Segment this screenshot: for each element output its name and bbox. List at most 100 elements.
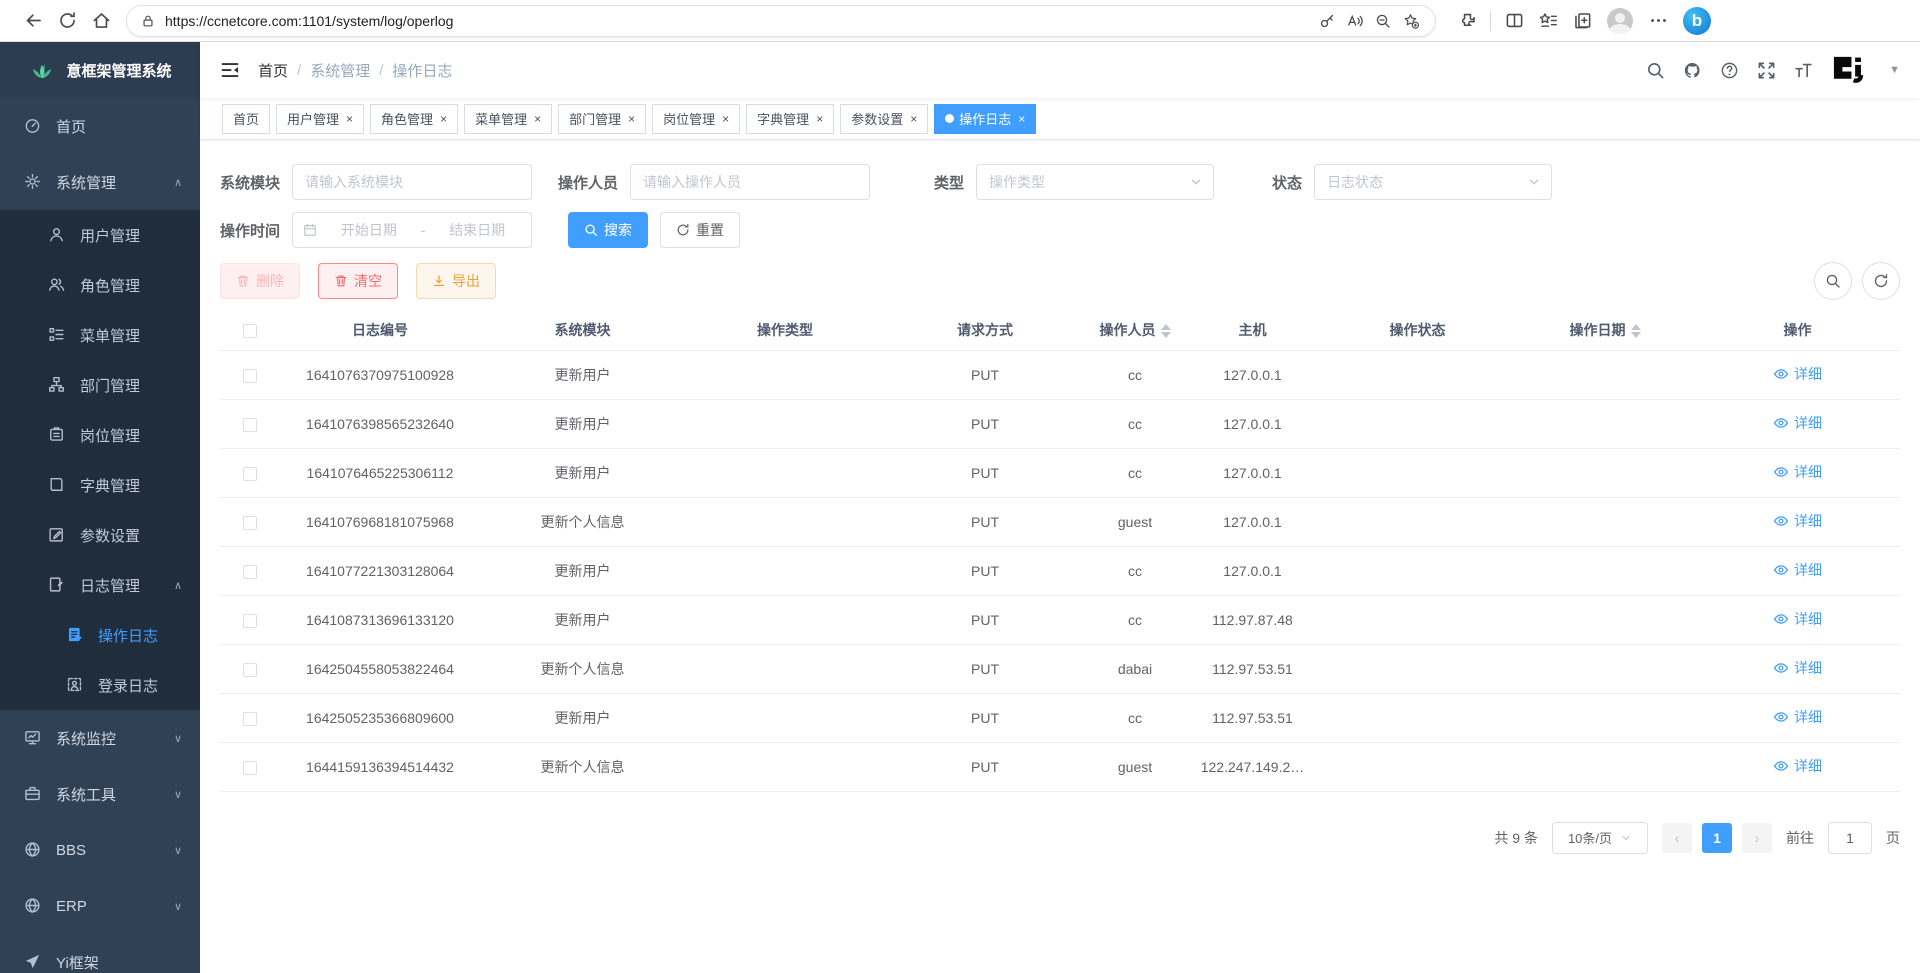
- sidebar-item-post-management[interactable]: 岗位管理: [0, 410, 200, 460]
- row-checkbox[interactable]: [243, 712, 257, 726]
- row-checkbox[interactable]: [243, 418, 257, 432]
- row-checkbox[interactable]: [243, 761, 257, 775]
- sidebar-item-param-settings[interactable]: 参数设置: [0, 510, 200, 560]
- detail-link[interactable]: 详细: [1773, 560, 1822, 580]
- zoom-out-icon[interactable]: [1369, 7, 1397, 35]
- column-header[interactable]: 操作日期: [1515, 310, 1695, 350]
- collections-icon[interactable]: [1565, 4, 1599, 38]
- sidebar-item-yi-framework[interactable]: Yi框架: [0, 934, 200, 973]
- select-all-checkbox[interactable]: [243, 324, 257, 338]
- row-checkbox[interactable]: [243, 565, 257, 579]
- close-tab-icon[interactable]: ×: [440, 112, 447, 126]
- tab-role-management[interactable]: 角色管理×: [370, 104, 458, 134]
- column-header[interactable]: 操作人员: [1085, 310, 1185, 350]
- row-checkbox[interactable]: [243, 369, 257, 383]
- tab-param-settings[interactable]: 参数设置×: [840, 104, 928, 134]
- sidebar-item-menu-management[interactable]: 菜单管理: [0, 310, 200, 360]
- tab-dict-management[interactable]: 字典管理×: [746, 104, 834, 134]
- help-icon[interactable]: [1720, 61, 1739, 80]
- search-icon[interactable]: [1646, 61, 1665, 80]
- profile-avatar[interactable]: [1607, 8, 1633, 34]
- close-tab-icon[interactable]: ×: [534, 112, 541, 126]
- goto-page-input[interactable]: [1828, 822, 1872, 854]
- sidebar-item-login-log[interactable]: 登录日志: [0, 660, 200, 710]
- detail-link[interactable]: 详细: [1773, 609, 1822, 629]
- export-button[interactable]: 导出: [416, 263, 496, 299]
- detail-link[interactable]: 详细: [1773, 364, 1822, 384]
- close-tab-icon[interactable]: ×: [1018, 112, 1025, 126]
- status-select[interactable]: 日志状态: [1314, 164, 1552, 200]
- back-button[interactable]: [16, 4, 50, 38]
- prev-page-button[interactable]: ‹: [1662, 823, 1692, 853]
- detail-link[interactable]: 详细: [1773, 462, 1822, 482]
- refresh-button[interactable]: [50, 4, 84, 38]
- font-size-icon[interactable]: [1794, 61, 1813, 80]
- module-input[interactable]: [292, 164, 532, 200]
- close-tab-icon[interactable]: ×: [346, 112, 353, 126]
- password-key-icon[interactable]: [1313, 7, 1341, 35]
- sidebar-item-system-monitor[interactable]: 系统监控∨: [0, 710, 200, 766]
- next-page-button[interactable]: ›: [1742, 823, 1772, 853]
- sort-carets-icon[interactable]: [1631, 324, 1641, 338]
- sidebar-item-system-tools[interactable]: 系统工具∨: [0, 766, 200, 822]
- sidebar-item-user-management[interactable]: 用户管理: [0, 210, 200, 260]
- delete-button[interactable]: 删除: [220, 263, 300, 299]
- app-logo[interactable]: 意框架管理系统: [0, 42, 200, 98]
- sort-carets-icon[interactable]: [1161, 324, 1171, 338]
- home-button[interactable]: [84, 4, 118, 38]
- operator-input[interactable]: [630, 164, 870, 200]
- row-checkbox[interactable]: [243, 614, 257, 628]
- tab-menu-management[interactable]: 菜单管理×: [464, 104, 552, 134]
- sidebar-item-role-management[interactable]: 角色管理: [0, 260, 200, 310]
- close-tab-icon[interactable]: ×: [722, 112, 729, 126]
- tab-dept-management[interactable]: 部门管理×: [558, 104, 646, 134]
- sidebar-fold-icon[interactable]: [220, 60, 240, 80]
- split-screen-icon[interactable]: [1497, 4, 1531, 38]
- close-tab-icon[interactable]: ×: [910, 112, 917, 126]
- favorites-bar-icon[interactable]: [1531, 4, 1565, 38]
- detail-link[interactable]: 详细: [1773, 707, 1822, 727]
- address-bar[interactable]: https://ccnetcore.com:1101/system/log/op…: [126, 5, 1436, 37]
- sidebar-item-log-management[interactable]: 日志管理∧: [0, 560, 200, 610]
- type-select[interactable]: 操作类型: [976, 164, 1214, 200]
- row-checkbox[interactable]: [243, 516, 257, 530]
- github-icon[interactable]: [1683, 61, 1702, 80]
- refresh-table-button[interactable]: [1862, 262, 1900, 300]
- clear-button[interactable]: 清空: [318, 263, 398, 299]
- detail-link[interactable]: 详细: [1773, 658, 1822, 678]
- detail-link[interactable]: 详细: [1773, 413, 1822, 433]
- tab-user-management[interactable]: 用户管理×: [276, 104, 364, 134]
- sidebar-item-dept-management[interactable]: 部门管理: [0, 360, 200, 410]
- sidebar-item-dict-management[interactable]: 字典管理: [0, 460, 200, 510]
- page-size-select[interactable]: 10条/页: [1552, 822, 1648, 854]
- bing-chat-icon[interactable]: b: [1683, 7, 1711, 35]
- date-range-picker[interactable]: 开始日期 - 结束日期: [292, 212, 532, 248]
- sidebar-item-oper-log[interactable]: 操作日志: [0, 610, 200, 660]
- search-button[interactable]: 搜索: [568, 212, 648, 248]
- close-tab-icon[interactable]: ×: [628, 112, 635, 126]
- more-menu-icon[interactable]: [1641, 4, 1675, 38]
- url-text[interactable]: https://ccnetcore.com:1101/system/log/op…: [165, 13, 1313, 29]
- detail-link[interactable]: 详细: [1773, 511, 1822, 531]
- row-checkbox[interactable]: [243, 663, 257, 677]
- reset-button[interactable]: 重置: [660, 212, 740, 248]
- breadcrumb-system[interactable]: 系统管理: [310, 60, 370, 81]
- page-number-1[interactable]: 1: [1702, 823, 1732, 853]
- yi-framework-logo[interactable]: [1831, 53, 1871, 87]
- close-tab-icon[interactable]: ×: [816, 112, 823, 126]
- row-checkbox[interactable]: [243, 467, 257, 481]
- tab-oper-log[interactable]: 操作日志×: [934, 104, 1036, 134]
- sidebar-item-system-management[interactable]: 系统管理∧: [0, 154, 200, 210]
- fullscreen-icon[interactable]: [1757, 61, 1776, 80]
- sidebar-item-erp[interactable]: ERP∨: [0, 878, 200, 934]
- read-aloud-icon[interactable]: [1341, 7, 1369, 35]
- user-menu-caret-icon[interactable]: ▼: [1889, 64, 1900, 76]
- breadcrumb-home[interactable]: 首页: [258, 60, 288, 81]
- add-favorite-icon[interactable]: [1397, 7, 1425, 35]
- tab-post-management[interactable]: 岗位管理×: [652, 104, 740, 134]
- sidebar-item-bbs[interactable]: BBS∨: [0, 822, 200, 878]
- show-search-button[interactable]: [1814, 262, 1852, 300]
- extensions-icon[interactable]: [1450, 4, 1484, 38]
- tab-home[interactable]: 首页: [222, 104, 270, 134]
- detail-link[interactable]: 详细: [1773, 756, 1822, 776]
